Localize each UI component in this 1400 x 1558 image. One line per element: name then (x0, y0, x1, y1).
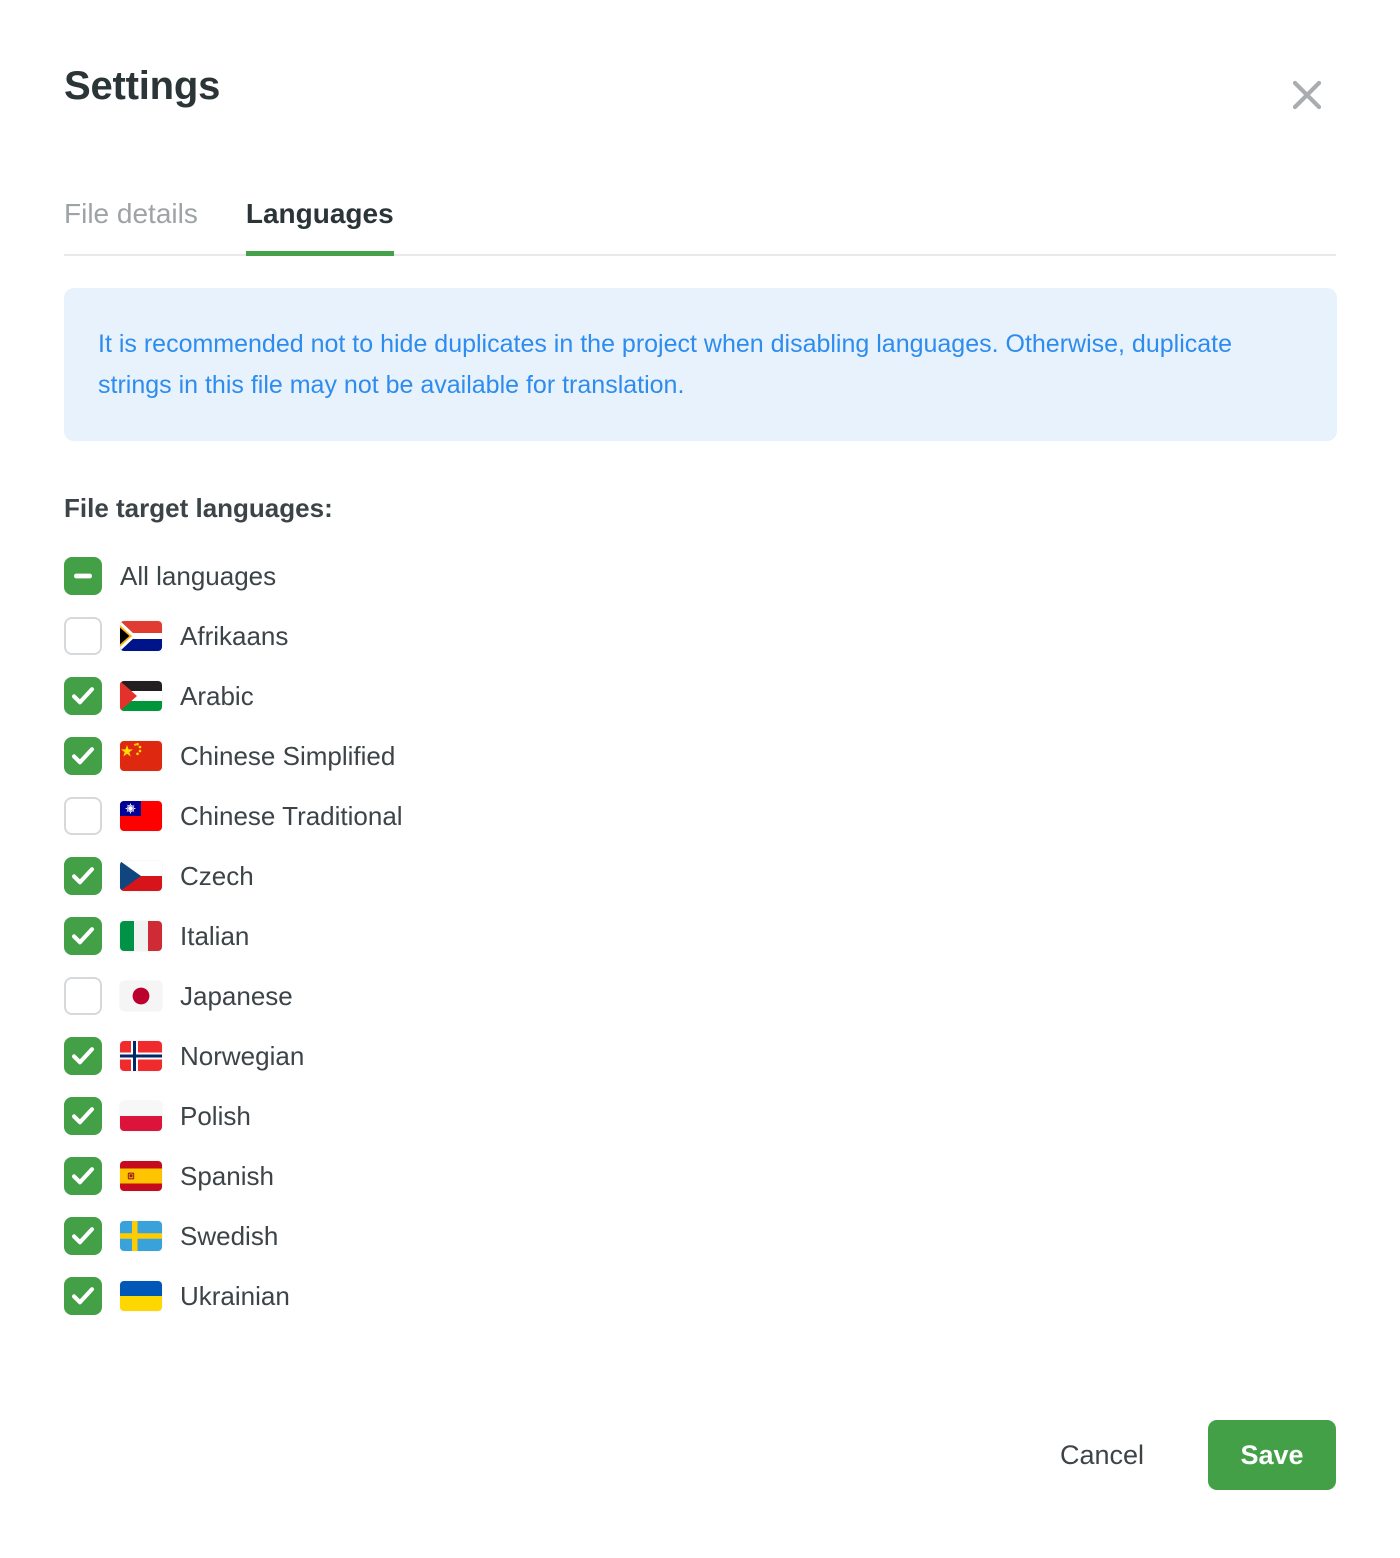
checkbox-all-languages[interactable] (64, 557, 102, 595)
flag-se-icon (120, 1221, 162, 1251)
checkbox-checked[interactable] (64, 1277, 102, 1315)
list-item[interactable]: Chinese Traditional (64, 786, 1336, 846)
list-item[interactable]: Swedish (64, 1206, 1336, 1266)
flag-tw-icon (120, 801, 162, 831)
flag-ps-icon (120, 681, 162, 711)
checkbox-checked[interactable] (64, 1157, 102, 1195)
checkbox-checked[interactable] (64, 1217, 102, 1255)
flag-ua-icon (120, 1281, 162, 1311)
tab-bar: File details Languages (64, 170, 1336, 256)
list-item-label: Swedish (180, 1220, 279, 1251)
list-item[interactable]: Norwegian (64, 1026, 1336, 1086)
page-title: Settings (64, 64, 221, 108)
checkbox-checked[interactable] (64, 737, 102, 775)
flag-pl-icon (120, 1101, 162, 1131)
dialog-footer: Cancel Save (64, 1420, 1336, 1490)
dialog-header: Settings (64, 0, 1336, 170)
info-banner-text: It is recommended not to hide duplicates… (98, 330, 1233, 399)
list-item-label: Polish (180, 1100, 251, 1131)
list-item[interactable]: Afrikaans (64, 606, 1336, 666)
checkbox-checked[interactable] (64, 857, 102, 895)
list-item[interactable]: Czech (64, 846, 1336, 906)
info-banner: It is recommended not to hide duplicates… (64, 288, 1337, 441)
file-target-languages-label: File target languages: (64, 493, 333, 523)
checkbox-unchecked[interactable] (64, 977, 102, 1015)
list-item-label: Chinese Traditional (180, 800, 403, 831)
close-button[interactable] (1278, 66, 1336, 124)
list-item-label: Arabic (180, 680, 254, 711)
list-item-label: Italian (180, 920, 250, 951)
language-list: All languages Afrikaans Arabic Chinese S… (64, 546, 1336, 1326)
list-item-label: Chinese Simplified (180, 740, 396, 771)
list-item[interactable]: Italian (64, 906, 1336, 966)
tab-languages[interactable]: Languages (245, 198, 394, 256)
save-button[interactable]: Save (1208, 1420, 1336, 1490)
checkbox-checked[interactable] (64, 1037, 102, 1075)
list-item-label: All languages (120, 560, 277, 591)
flag-za-icon (120, 621, 162, 651)
checkbox-unchecked[interactable] (64, 797, 102, 835)
list-item[interactable]: Ukrainian (64, 1266, 1336, 1326)
list-item-label: Norwegian (180, 1040, 305, 1071)
list-item[interactable]: Arabic (64, 666, 1336, 726)
flag-no-icon (120, 1041, 162, 1071)
flag-jp-icon (120, 981, 162, 1011)
list-item-all-languages[interactable]: All languages (64, 546, 1336, 606)
list-item-label: Japanese (180, 980, 293, 1011)
tab-file-details[interactable]: File details (64, 198, 198, 254)
flag-it-icon (120, 921, 162, 951)
flag-cn-icon (120, 741, 162, 771)
settings-dialog: Settings File details Languages It is re… (0, 0, 1400, 1558)
list-item[interactable]: Polish (64, 1086, 1336, 1146)
list-item[interactable]: Spanish (64, 1146, 1336, 1206)
close-icon (1290, 78, 1324, 112)
flag-es-icon (120, 1161, 162, 1191)
checkbox-checked[interactable] (64, 677, 102, 715)
flag-cz-icon (120, 861, 162, 891)
list-item[interactable]: Japanese (64, 966, 1336, 1026)
list-item-label: Ukrainian (180, 1280, 290, 1311)
list-item-label: Spanish (180, 1160, 274, 1191)
cancel-button[interactable]: Cancel (1056, 1430, 1148, 1481)
list-item-label: Czech (180, 860, 254, 891)
checkbox-checked[interactable] (64, 917, 102, 955)
checkbox-unchecked[interactable] (64, 617, 102, 655)
list-item-label: Afrikaans (180, 620, 289, 651)
list-item[interactable]: Chinese Simplified (64, 726, 1336, 786)
checkbox-checked[interactable] (64, 1097, 102, 1135)
